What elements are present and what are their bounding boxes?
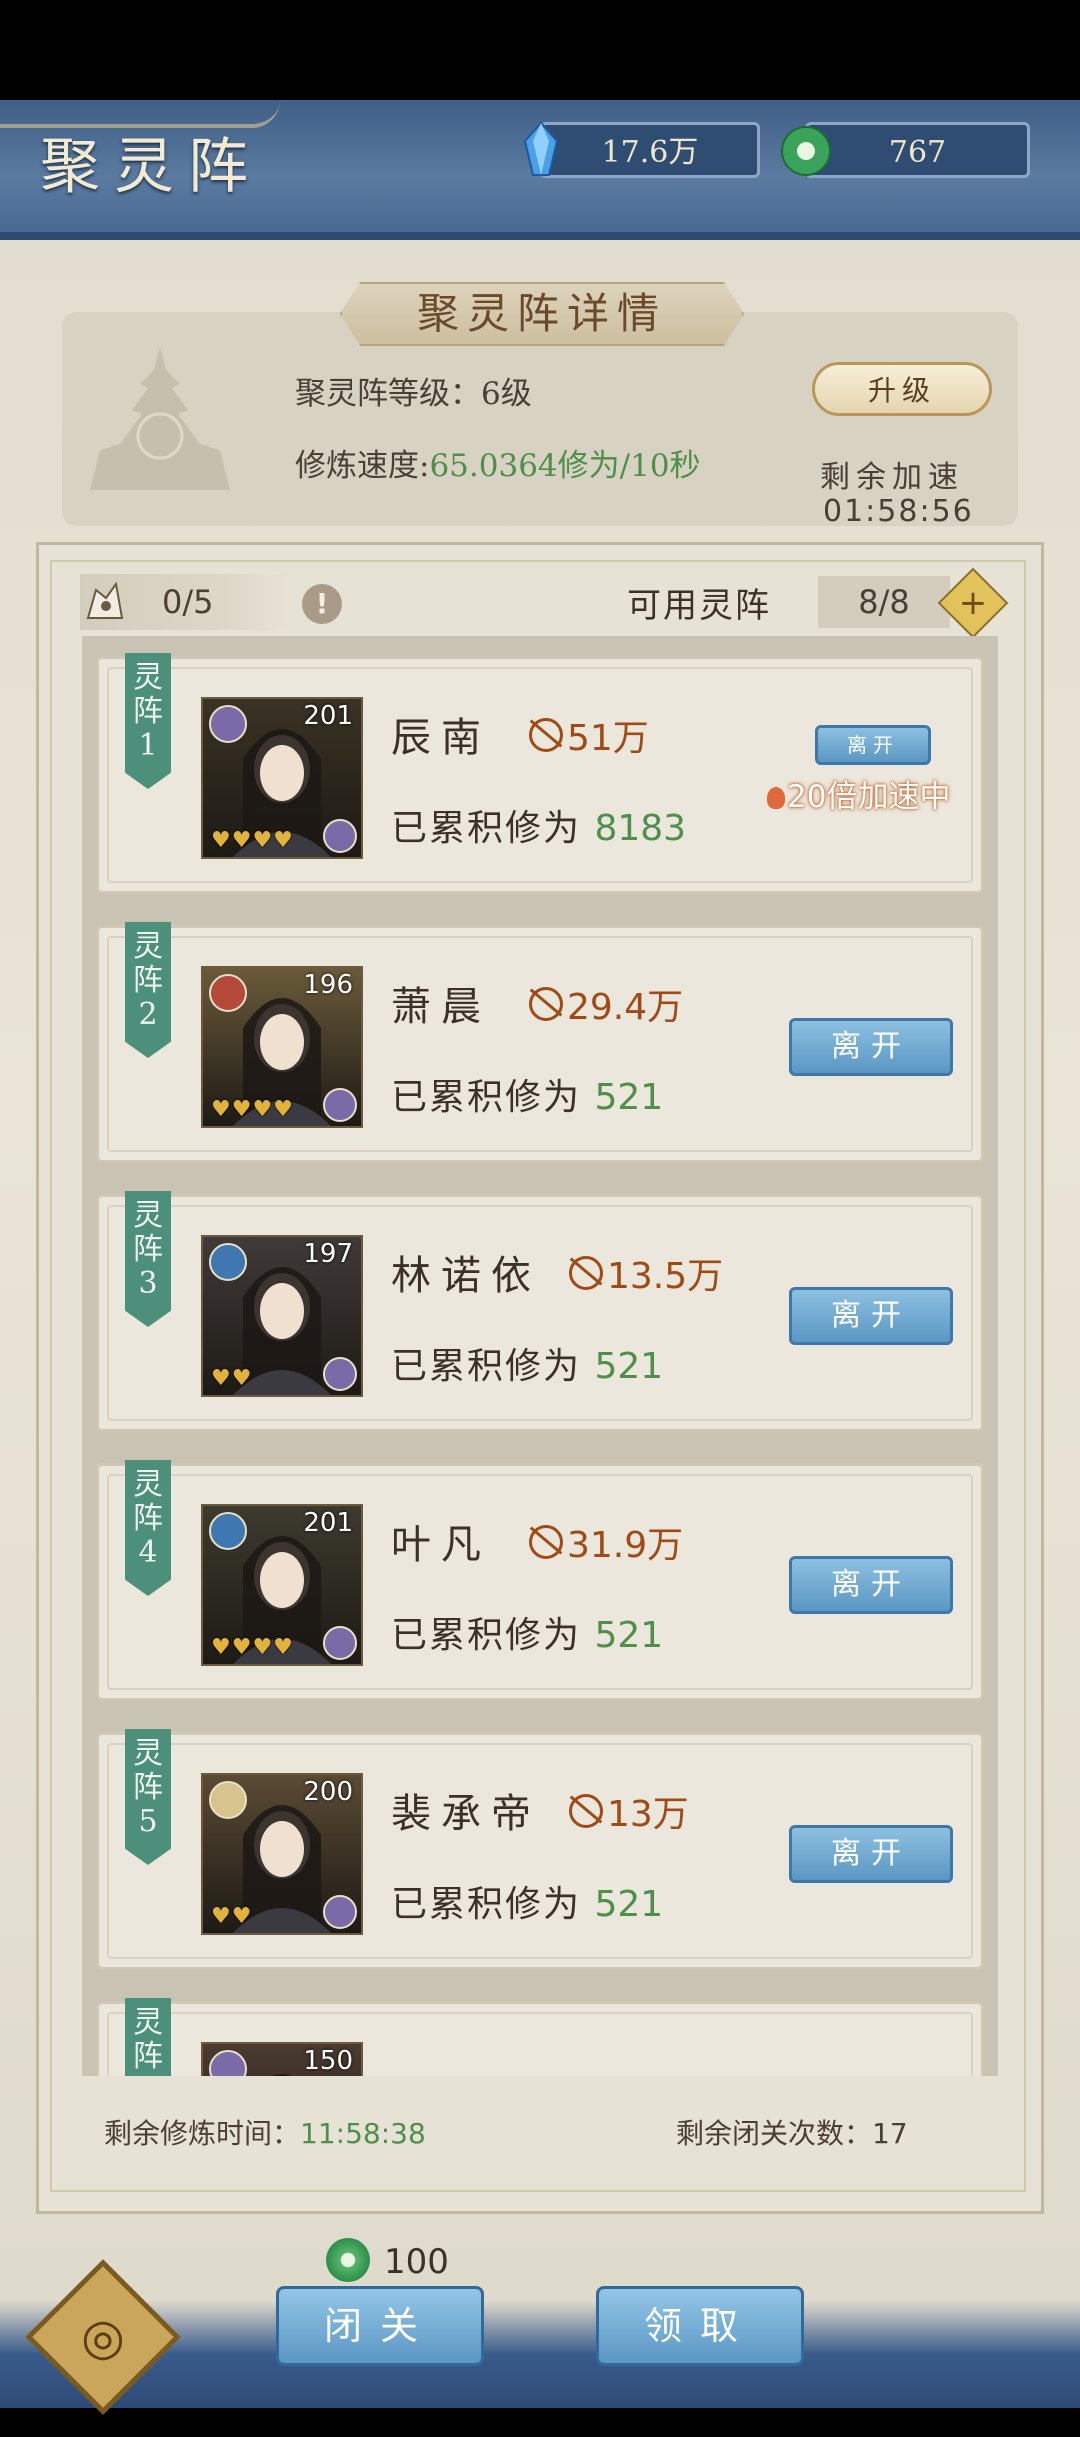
- element-icon: [209, 1781, 247, 1819]
- character-name: 林诺依: [391, 1253, 541, 1299]
- array-slot-card[interactable]: 灵阵6 150: [96, 1998, 984, 2076]
- accumulated-cultivation: 已累积修为 521: [391, 1615, 664, 1656]
- character-name: 裴承帝: [391, 1791, 541, 1837]
- spirit-slot-icon: [86, 581, 124, 619]
- combat-power-icon: [569, 1794, 603, 1828]
- leave-button[interactable]: 离开: [789, 1556, 953, 1614]
- array-list[interactable]: 灵阵 1 201 ♥♥♥♥ 辰南 51万 已累积修为 8183 离开 20倍加速中灵阵 2 196 ♥…: [82, 636, 998, 2076]
- star-rating: ♥♥♥♥: [211, 828, 294, 853]
- title-decoration: [0, 100, 280, 128]
- home-emblem-icon: ◎: [81, 2308, 125, 2366]
- character-level: 196: [303, 970, 353, 1000]
- slot-ribbon: 灵阵1: [125, 653, 171, 789]
- slot-ribbon: 灵阵5: [125, 1729, 171, 1865]
- boost-status: 20倍加速中: [767, 771, 950, 816]
- leave-button[interactable]: 离开: [815, 725, 931, 765]
- upgrade-button[interactable]: 升级: [812, 362, 992, 416]
- character-portrait[interactable]: 201 ♥♥♥♥: [201, 697, 363, 859]
- slot-ribbon: 灵阵3: [125, 1191, 171, 1327]
- info-icon[interactable]: !: [302, 584, 342, 624]
- character-portrait[interactable]: 197 ♥♥: [201, 1235, 363, 1397]
- accumulated-cultivation: 已累积修为 521: [391, 1077, 664, 1118]
- element-icon: [209, 974, 247, 1012]
- retreat-cost: 100: [326, 2238, 449, 2286]
- star-rating: ♥♥♥♥: [211, 1097, 294, 1122]
- combat-power-icon: [529, 1525, 563, 1559]
- character-name: 萧晨: [391, 984, 491, 1030]
- class-badge-icon: [323, 1357, 357, 1391]
- array-slot-card[interactable]: 灵阵 1 201 ♥♥♥♥ 辰南 51万已累积修为 8183 离开 20倍加速中: [96, 653, 984, 894]
- combat-power: 13.5万: [569, 1247, 723, 1299]
- cultivation-speed: 修炼速度:65.0364修为/10秒: [295, 448, 701, 484]
- slot-ribbon: 灵阵2: [125, 922, 171, 1058]
- accumulated-cultivation: 已累积修为 8183: [391, 808, 687, 849]
- character-portrait[interactable]: 150: [201, 2042, 363, 2076]
- leave-button[interactable]: 离开: [789, 1018, 953, 1076]
- accumulated-cultivation: 已累积修为 521: [391, 1346, 664, 1387]
- combat-power-icon: [569, 1256, 603, 1290]
- star-rating: ♥♥: [211, 1904, 253, 1929]
- array-slot-card[interactable]: 灵阵 4 201 ♥♥♥♥ 叶凡 31.9万已累积修为 521 离开: [96, 1460, 984, 1701]
- accel-label: 剩余加速: [820, 460, 964, 495]
- character-level: 200: [303, 1777, 353, 1807]
- retreat-button[interactable]: 闭关: [276, 2286, 484, 2366]
- crystal-amount: 17.6万: [601, 135, 699, 170]
- remaining-count: 剩余闭关次数：17: [676, 2117, 908, 2150]
- combat-power: 29.4万: [529, 978, 683, 1030]
- character-level: 201: [303, 701, 353, 731]
- character-portrait[interactable]: 201 ♥♥♥♥: [201, 1504, 363, 1666]
- page-title: 聚灵阵: [40, 132, 262, 202]
- class-badge-icon: [323, 1626, 357, 1660]
- element-icon: [209, 1243, 247, 1281]
- slot-ribbon: 灵阵6: [125, 1998, 171, 2076]
- array-slot-card[interactable]: 灵阵 5 200 ♥♥ 裴承帝 13万已累积修为 521 离开: [96, 1729, 984, 1970]
- detail-title: 聚灵阵详情: [340, 282, 744, 346]
- plus-icon: +: [958, 583, 988, 623]
- accel-time: 01:58:56: [823, 494, 974, 529]
- combat-power: 31.9万: [529, 1516, 683, 1568]
- character-portrait[interactable]: 196 ♥♥♥♥: [201, 966, 363, 1128]
- jade-currency[interactable]: 767: [781, 122, 1030, 178]
- character-name: 辰南: [391, 715, 491, 761]
- leave-button[interactable]: 离开: [789, 1825, 953, 1883]
- character-level: 150: [303, 2046, 353, 2076]
- available-array-label: 可用灵阵: [627, 586, 771, 626]
- array-slot-card[interactable]: 灵阵 2 196 ♥♥♥♥ 萧晨 29.4万已累积修为 521 离开: [96, 922, 984, 1163]
- leave-button[interactable]: 离开: [789, 1287, 953, 1345]
- combat-power: 13万: [569, 1785, 689, 1837]
- accumulated-cultivation: 已累积修为 521: [391, 1884, 664, 1925]
- class-badge-icon: [323, 1088, 357, 1122]
- class-badge-icon: [323, 819, 357, 853]
- array-slot-card[interactable]: 灵阵 3 197 ♥♥ 林诺依 13.5万已累积修为 521 离开: [96, 1191, 984, 1432]
- slot-ribbon: 灵阵4: [125, 1460, 171, 1596]
- crystal-icon: [523, 121, 559, 176]
- crystal-currency[interactable]: 17.6万: [523, 121, 760, 178]
- element-icon: [209, 705, 247, 743]
- combat-power-icon: [529, 718, 563, 752]
- available-array-value: 8/8: [818, 576, 950, 628]
- character-portrait[interactable]: 200 ♥♥: [201, 1773, 363, 1935]
- character-level: 201: [303, 1508, 353, 1538]
- remaining-time: 剩余修炼时间：11:58:38: [104, 2117, 426, 2150]
- array-level: 聚灵阵等级：6级: [295, 376, 532, 412]
- jade-amount: 767: [888, 135, 947, 170]
- status-bar: [0, 0, 1080, 100]
- star-rating: ♥♥: [211, 1366, 253, 1391]
- combat-power-icon: [529, 987, 563, 1021]
- jade-icon: [326, 2238, 370, 2282]
- element-icon: [209, 1512, 247, 1550]
- star-rating: ♥♥♥♥: [211, 1635, 294, 1660]
- combat-power: 51万: [529, 709, 649, 761]
- character-name: 叶凡: [391, 1522, 491, 1568]
- jade-icon: [781, 126, 831, 176]
- pagoda-icon: [90, 346, 230, 490]
- character-level: 197: [303, 1239, 353, 1269]
- claim-button[interactable]: 领取: [596, 2286, 804, 2366]
- class-badge-icon: [323, 1895, 357, 1929]
